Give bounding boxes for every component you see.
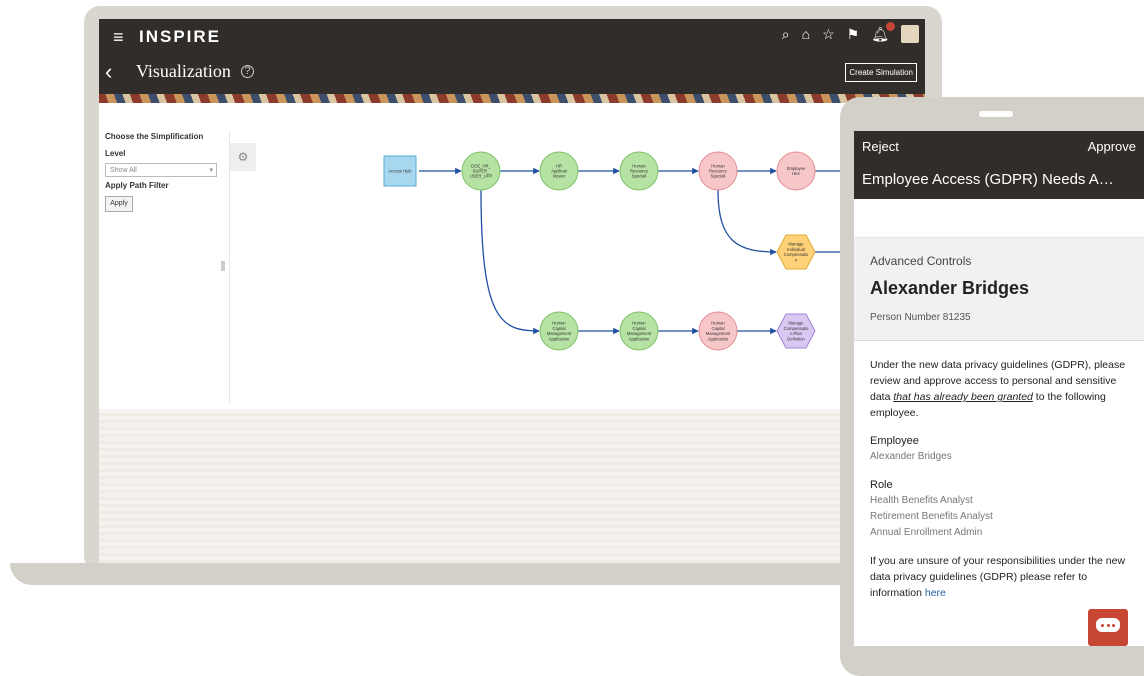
flow-node[interactable]: DOE_HR_SUPER_USER_UPP [461,151,501,191]
brand-logo: INSPIRE [139,27,222,46]
chat-icon [1096,618,1120,632]
notification-body: Under the new data privacy guidelines (G… [870,357,1134,601]
reject-button[interactable]: Reject [862,139,899,154]
flow-node-label: Application [629,336,650,341]
footer-text: If you are unsure of your responsibiliti… [870,555,1126,599]
flow-node[interactable]: HumanResourceSpeciali [698,151,738,191]
role-label: Role [870,479,893,491]
person-card: Advanced Controls Alexander Bridges Pers… [854,238,1144,341]
role-item: Retirement Benefits Analyst [870,511,993,522]
panel-collapse-handle[interactable] [221,261,225,271]
path-filter-label: Apply Path Filter [105,181,169,190]
menu-icon[interactable]: ≡ [113,27,124,48]
employee-label: Employee [870,435,919,447]
create-simulation-button[interactable]: Create Simulation [845,63,917,82]
employee-value: Alexander Bridges [870,451,952,462]
flow-node-label: Application [708,336,729,341]
flow-node[interactable]: Access Hjob [383,155,417,187]
level-select[interactable]: Show All ▾ [105,163,217,177]
help-icon[interactable]: ? [241,65,254,78]
phone-frame: Reject Approve Employee Access (GDPR) Ne… [840,97,1144,676]
phone-screen: Reject Approve Employee Access (GDPR) Ne… [854,131,1144,646]
visualization-workarea: Choose the Simplification Level Show All… [99,103,925,409]
home-icon[interactable]: ⌂ [802,26,810,42]
page-title: Visualization [136,61,231,81]
chevron-down-icon: ▾ [209,167,213,174]
star-icon[interactable]: ☆ [822,26,835,43]
settings-icon[interactable]: ⚙ [230,143,256,171]
flow-edge [480,189,540,335]
role-item: Annual Enrollment Admin [870,527,983,538]
level-select-value: Show All [110,167,137,174]
flow-edge [717,189,777,256]
flow-node[interactable]: HumanResourceSpeciali [619,151,659,191]
flow-node-label: Definition [787,336,805,341]
flow-node[interactable]: EmployeeHire [776,151,816,191]
header-spacer [854,199,1144,238]
flow-diagram: Access Hjob DOE_HR_SUPER_USER_UPP HRApplic… [383,151,895,351]
flow-node[interactable]: ManageIndividualCompensation [776,234,816,270]
flow-node-label: USER_UPP [470,174,493,179]
flow-node-label: Speciali [711,174,726,179]
flow-canvas: ⚙ ☰ Access HjobDOE_HR_SUPER_USER_UPPHRAp… [229,131,920,403]
intro-text: Under the new data privacy guidelines (G… [870,359,1126,419]
flow-node[interactable]: HumanCapitalManagementApplication [698,311,738,351]
app-screen: ≡ INSPIRE ⌕ ⌂ ☆ ⚑ 🔔︎ ‹ Visualization ? C… [99,19,925,563]
back-icon[interactable]: ‹ [105,59,112,85]
phone-speaker [979,111,1013,117]
apply-button[interactable]: Apply [105,196,133,212]
flow-node[interactable]: HRApplicatiViewer [539,151,579,191]
section-label: Advanced Controls [870,254,972,268]
notification-title: Employee Access (GDPR) Needs A… [862,171,1114,188]
flow-node[interactable]: ManageCompensation PlanDefinition [776,313,816,349]
notification-header: Reject Approve Employee Access (GDPR) Ne… [854,131,1144,199]
flow-node-label: Speciali [632,174,647,179]
background-floor [99,409,925,563]
flow-node[interactable]: HumanCapitalManagementApplication [619,311,659,351]
bell-icon[interactable]: 🔔︎ [871,21,895,43]
top-bar: ≡ INSPIRE ⌕ ⌂ ☆ ⚑ 🔔︎ ‹ Visualization ? C… [99,19,925,94]
person-name: Alexander Bridges [870,278,1030,298]
person-number: Person Number 81235 [870,312,971,323]
level-label: Level [105,149,126,158]
simplification-heading: Choose the Simplification [105,132,204,141]
global-icons: ⌕ ⌂ ☆ ⚑ 🔔︎ [782,21,919,43]
chat-button[interactable] [1088,609,1128,646]
avatar[interactable] [901,25,919,43]
role-item: Health Benefits Analyst [870,495,973,506]
approve-button[interactable]: Approve [1088,139,1136,154]
flow-node-label: Application [549,336,570,341]
flow-node-label: Access Hjob [388,169,412,174]
decorative-banner [99,94,925,103]
flow-node-label: Hire [792,171,800,176]
search-icon[interactable]: ⌕ [782,26,790,43]
flag-icon[interactable]: ⚑ [847,26,860,43]
notification-badge [886,21,895,31]
here-link[interactable]: here [925,587,946,599]
flow-node-label: Viewer [553,174,566,179]
flow-node[interactable]: HumanCapitalManagementApplication [539,311,579,351]
